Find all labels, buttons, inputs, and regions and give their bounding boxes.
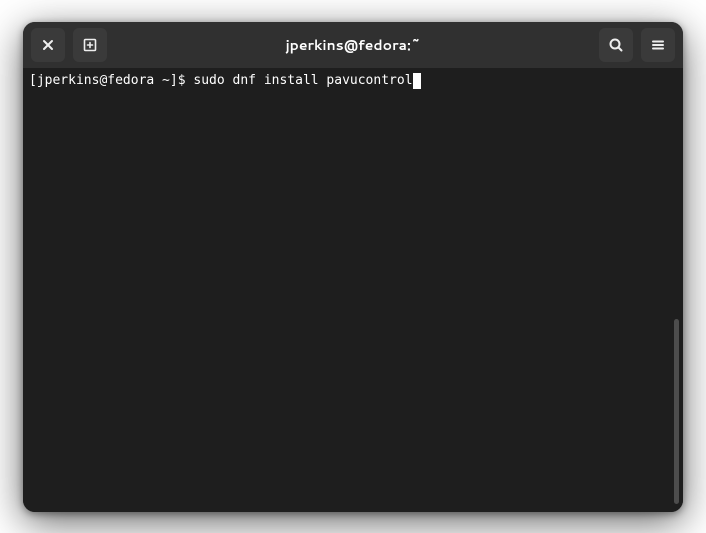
- close-button[interactable]: [31, 28, 65, 62]
- scrollbar-thumb[interactable]: [674, 319, 679, 504]
- titlebar-left-controls: [31, 28, 107, 62]
- search-icon: [608, 37, 624, 53]
- titlebar: jperkins@fedora:~: [23, 22, 683, 68]
- shell-prompt: [jperkins@fedora ~]$: [29, 72, 193, 90]
- new-tab-icon: [82, 37, 98, 53]
- terminal-window: jperkins@fedora:~ [jperkins@fedora ~]$ s…: [23, 22, 683, 512]
- terminal-viewport[interactable]: [jperkins@fedora ~]$ sudo dnf install pa…: [23, 68, 683, 512]
- command-input: sudo dnf install pavucontrol: [193, 72, 412, 90]
- titlebar-right-controls: [599, 28, 675, 62]
- search-button[interactable]: [599, 28, 633, 62]
- menu-button[interactable]: [641, 28, 675, 62]
- window-title: jperkins@fedora:~: [115, 35, 591, 55]
- new-tab-button[interactable]: [73, 28, 107, 62]
- terminal-line: [jperkins@fedora ~]$ sudo dnf install pa…: [29, 72, 677, 90]
- hamburger-icon: [650, 37, 666, 53]
- cursor: [413, 73, 421, 89]
- close-icon: [40, 37, 56, 53]
